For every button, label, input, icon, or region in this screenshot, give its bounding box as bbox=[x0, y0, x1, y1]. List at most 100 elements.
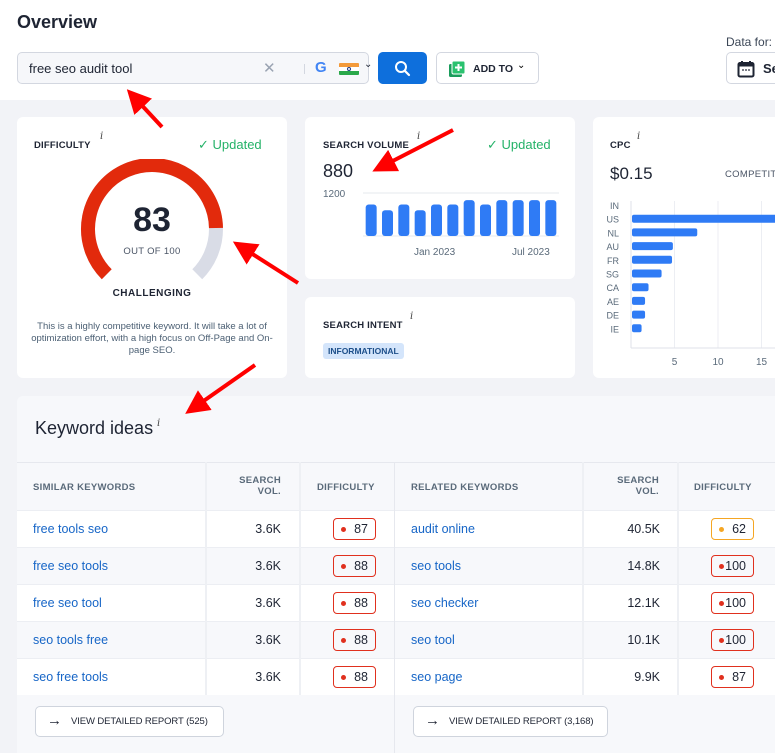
info-icon[interactable]: i bbox=[417, 131, 420, 142]
divider bbox=[304, 64, 305, 74]
keyword-link[interactable]: free tools seo bbox=[33, 522, 108, 536]
info-icon[interactable]: i bbox=[157, 418, 160, 429]
search-button[interactable] bbox=[378, 52, 427, 84]
keyword-ideas-section: Keyword ideas i SIMILAR KEYWORDS SEARCH V… bbox=[17, 396, 775, 753]
volume-bar bbox=[447, 204, 459, 236]
google-icon[interactable]: G bbox=[315, 59, 327, 76]
volume-bar bbox=[545, 200, 557, 236]
search-volume-value: 880 bbox=[323, 161, 354, 181]
column-divider bbox=[205, 462, 207, 695]
volume-bar bbox=[496, 200, 508, 236]
india-flag-icon[interactable] bbox=[339, 63, 359, 75]
cpc-value: $0.15 bbox=[610, 164, 653, 183]
keyword-search-input[interactable] bbox=[29, 53, 249, 83]
difficulty-value: 88 bbox=[354, 670, 368, 684]
info-icon[interactable]: i bbox=[100, 131, 103, 142]
difficulty-value: 83 bbox=[133, 201, 171, 239]
difficulty-dot-icon bbox=[719, 675, 724, 680]
table-row: audit online 40.5K 62 bbox=[395, 510, 775, 547]
country-bar bbox=[632, 283, 649, 292]
difficulty-dot-icon bbox=[719, 601, 724, 606]
search-volume-title: SEARCH VOLUME bbox=[323, 140, 409, 151]
difficulty-badge: 62 bbox=[711, 518, 754, 540]
keyword-ideas-title: Keyword ideas bbox=[35, 418, 154, 438]
difficulty-value: 100 bbox=[725, 559, 746, 573]
country-label: CA bbox=[606, 283, 619, 293]
column-divider bbox=[677, 462, 679, 695]
difficulty-value: 100 bbox=[725, 633, 746, 647]
keyword-link[interactable]: seo tools free bbox=[33, 633, 108, 647]
data-for-label: Data for: bbox=[726, 35, 773, 49]
date-label: Se bbox=[763, 61, 775, 76]
x-tick-label: 10 bbox=[712, 357, 724, 368]
keyword-link[interactable]: seo free tools bbox=[33, 670, 108, 684]
volume-bar bbox=[414, 210, 426, 236]
keyword-link[interactable]: audit online bbox=[411, 522, 475, 536]
keyword-volume: 9.9K bbox=[634, 670, 660, 684]
difficulty-card: DIFFICULTY i ✓ Updated 83 OUT OF 100 CHA… bbox=[17, 117, 287, 378]
x-tick-label: Jan 2023 bbox=[414, 247, 456, 258]
column-header-keyword: SIMILAR KEYWORDS bbox=[33, 482, 136, 493]
volume-bar bbox=[480, 204, 491, 236]
search-intent-card: SEARCH INTENT i INFORMATIONAL bbox=[305, 297, 575, 378]
keyword-link[interactable]: free seo tool bbox=[33, 596, 102, 610]
table-row: seo tool 10.1K 100 bbox=[395, 621, 775, 658]
competition-label: COMPETITI bbox=[725, 169, 775, 180]
difficulty-badge: 100 bbox=[711, 555, 754, 577]
difficulty-badge: 88 bbox=[333, 592, 376, 614]
chevron-down-icon[interactable]: ⌄ bbox=[364, 59, 372, 70]
country-label: US bbox=[606, 215, 619, 225]
difficulty-dot-icon bbox=[719, 564, 724, 569]
table-body: audit online 40.5K 62 seo tools 14.8K 100 seo … bbox=[395, 510, 775, 695]
table-row: seo page 9.9K 87 bbox=[395, 658, 775, 695]
keyword-volume: 3.6K bbox=[255, 559, 281, 573]
country-label: AE bbox=[607, 297, 619, 307]
similar-keywords-table: SIMILAR KEYWORDS SEARCH VOL. DIFFICULTY f… bbox=[17, 462, 394, 695]
x-tick-label: Jul 2023 bbox=[512, 247, 550, 258]
info-icon[interactable]: i bbox=[410, 311, 413, 322]
volume-bar bbox=[529, 200, 540, 236]
keyword-link[interactable]: seo page bbox=[411, 670, 462, 684]
difficulty-description: This is a highly competitive keyword. It… bbox=[31, 321, 273, 356]
difficulty-value: 88 bbox=[354, 633, 368, 647]
add-to-label: ADD TO bbox=[473, 63, 514, 75]
table-row: seo tools 14.8K 100 bbox=[395, 547, 775, 584]
difficulty-value: 88 bbox=[354, 596, 368, 610]
column-header-difficulty: DIFFICULTY bbox=[317, 482, 375, 493]
difficulty-dot-icon bbox=[341, 564, 346, 569]
column-header-volume: SEARCH VOL. bbox=[617, 475, 659, 497]
keyword-link[interactable]: seo checker bbox=[411, 596, 478, 610]
difficulty-dot-icon bbox=[719, 638, 724, 643]
country-bar bbox=[632, 310, 646, 319]
clear-icon[interactable]: ✕ bbox=[263, 59, 276, 77]
column-header-difficulty: DIFFICULTY bbox=[694, 482, 752, 493]
info-icon[interactable]: i bbox=[637, 131, 640, 142]
keyword-volume: 40.5K bbox=[627, 522, 660, 536]
keyword-search-box[interactable]: ✕ G ⌄ bbox=[17, 52, 372, 84]
search-volume-card: SEARCH VOLUME i ✓ Updated 880 1200 Jan 20… bbox=[305, 117, 575, 279]
column-header-keyword: RELATED KEYWORDS bbox=[411, 482, 519, 493]
updated-label: Updated bbox=[212, 137, 262, 152]
country-label: NL bbox=[607, 228, 619, 238]
view-related-report-button[interactable]: → VIEW DETAILED REPORT (3,168) bbox=[413, 706, 608, 737]
view-similar-report-button[interactable]: → VIEW DETAILED REPORT (525) bbox=[35, 706, 224, 737]
report-button-label: VIEW DETAILED REPORT (525) bbox=[71, 716, 208, 727]
keyword-link[interactable]: free seo tools bbox=[33, 559, 108, 573]
keyword-link[interactable]: seo tools bbox=[411, 559, 461, 573]
country-bar bbox=[632, 214, 775, 223]
difficulty-value: 100 bbox=[725, 596, 746, 610]
page-title: Overview bbox=[17, 12, 98, 32]
country-bar bbox=[632, 228, 698, 237]
country-label: SG bbox=[606, 270, 619, 280]
country-label: AU bbox=[606, 242, 619, 252]
table-row: seo checker 12.1K 100 bbox=[395, 584, 775, 621]
date-select-button[interactable]: Se bbox=[726, 52, 775, 84]
difficulty-level: CHALLENGING bbox=[112, 288, 192, 299]
updated-status: ✓ Updated bbox=[198, 137, 262, 153]
search-intent-title: SEARCH INTENT bbox=[323, 320, 403, 331]
country-bar bbox=[632, 242, 673, 251]
add-to-button[interactable]: ADD TO ⌄ bbox=[436, 52, 539, 84]
difficulty-dot-icon bbox=[341, 638, 346, 643]
keyword-link[interactable]: seo tool bbox=[411, 633, 455, 647]
difficulty-dot-icon bbox=[341, 527, 346, 532]
